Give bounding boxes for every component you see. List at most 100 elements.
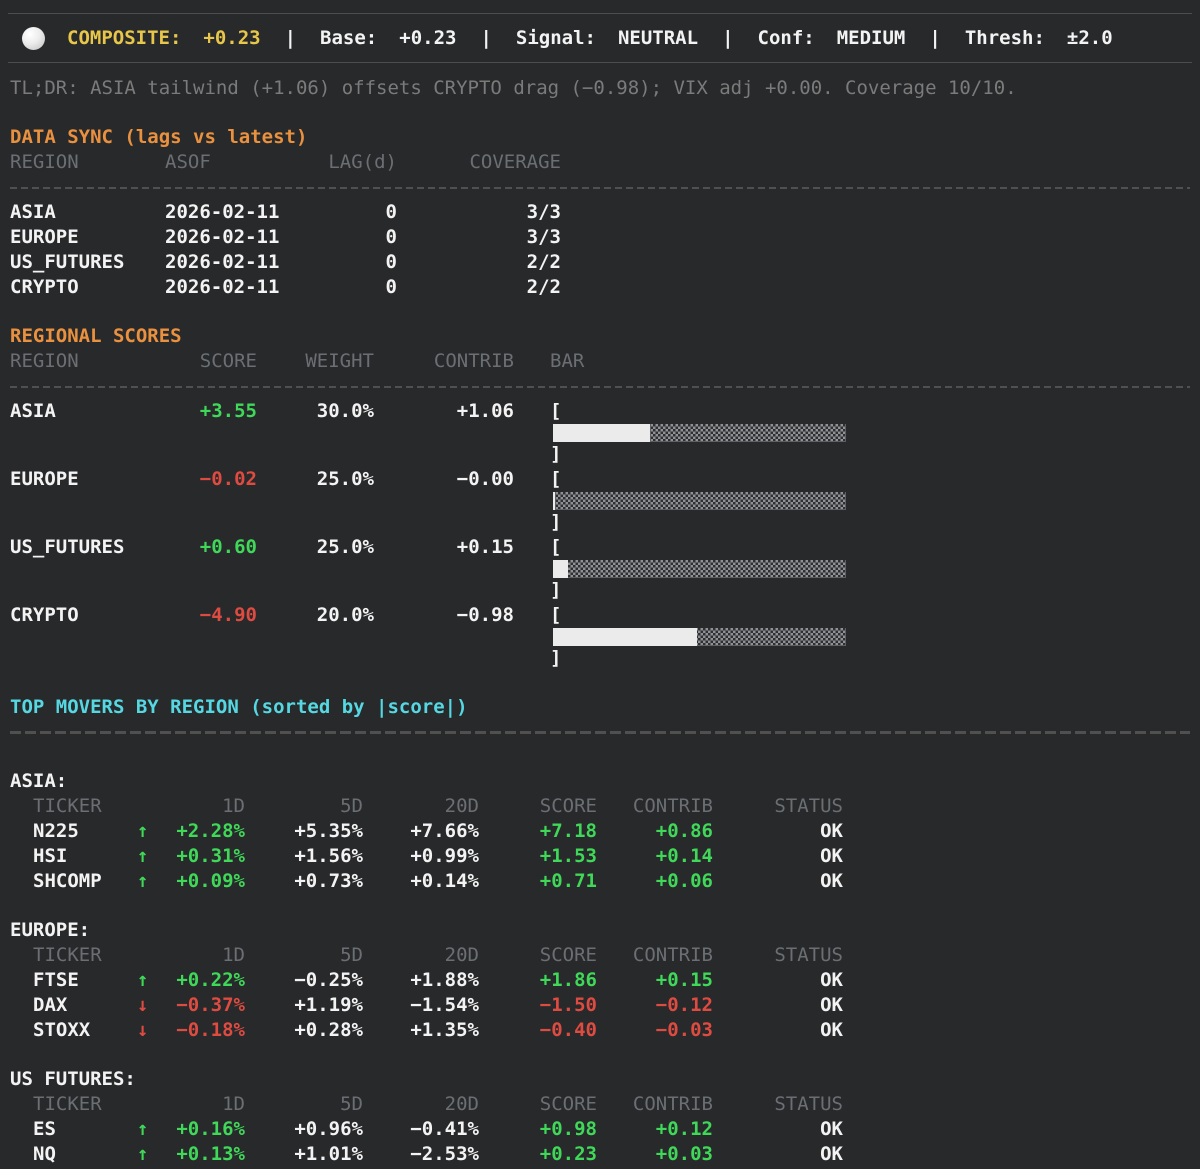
regional-scores-title: REGIONAL SCORES bbox=[10, 325, 182, 347]
mover-row: SHCOMP ↑ +0.09% +0.73% +0.14% +0.71 +0.0… bbox=[0, 869, 1200, 894]
col-contrib: CONTRIB bbox=[632, 795, 713, 817]
movers-rows: N225 ↑ +2.28% +5.35% +7.66% +7.18 +0.86 … bbox=[0, 819, 1200, 894]
signal-label: Signal: bbox=[515, 26, 596, 49]
score-cell: +0.71 bbox=[539, 870, 597, 892]
change-20d-cell: −0.41% bbox=[410, 1118, 479, 1140]
mover-row: HSI ↑ +0.31% +1.56% +0.99% +1.53 +0.14 O… bbox=[0, 844, 1200, 869]
col-5d: 5D bbox=[340, 1093, 363, 1115]
mover-row: ES ↑ +0.16% +0.96% −0.41% +0.98 +0.12 OK bbox=[0, 1117, 1200, 1142]
contrib-cell: +0.12 bbox=[655, 1118, 713, 1140]
bar-fill bbox=[553, 492, 556, 510]
bar-close-bracket: ] bbox=[550, 647, 562, 669]
contrib-cell: +0.15 bbox=[456, 536, 514, 558]
score-cell: −1.50 bbox=[539, 994, 597, 1016]
direction-arrow-icon: ↑ bbox=[137, 1143, 149, 1165]
region-cell: EUROPE bbox=[10, 468, 79, 490]
status-cell: OK bbox=[820, 845, 843, 867]
signal-value: NEUTRAL bbox=[617, 26, 699, 49]
regional-scores-rows: ASIA +3.55 30.0% +1.06 [ ] EUROPE −0.02 … bbox=[0, 399, 1200, 671]
status-indicator-icon bbox=[22, 26, 45, 50]
score-cell: −0.40 bbox=[539, 1019, 597, 1041]
change-1d-cell: +0.16% bbox=[176, 1118, 245, 1140]
bar-track bbox=[553, 492, 846, 510]
change-1d-cell: +0.31% bbox=[176, 845, 245, 867]
direction-arrow-icon: ↓ bbox=[137, 1019, 149, 1041]
ticker-cell: DAX bbox=[33, 994, 68, 1016]
bar-open-bracket: [ bbox=[550, 400, 562, 422]
change-1d-cell: +2.28% bbox=[176, 820, 245, 842]
weight-cell: 20.0% bbox=[316, 604, 374, 626]
bar-close-bracket: ] bbox=[550, 579, 562, 601]
separator: | bbox=[284, 26, 297, 49]
tldr-summary: TL;DR: ASIA tailwind (+1.06) offsets CRY… bbox=[10, 77, 1017, 99]
col-5d: 5D bbox=[340, 795, 363, 817]
regional-score-row: ASIA +3.55 30.0% +1.06 [ ] bbox=[0, 399, 1200, 467]
contrib-cell: +1.06 bbox=[456, 400, 514, 422]
change-1d-cell: +0.09% bbox=[176, 870, 245, 892]
change-20d-cell: +1.35% bbox=[410, 1019, 479, 1041]
col-coverage: COVERAGE bbox=[469, 151, 561, 173]
direction-arrow-icon: ↑ bbox=[137, 969, 149, 991]
contrib-cell: −0.03 bbox=[655, 1019, 713, 1041]
col-1d: 1D bbox=[222, 1093, 245, 1115]
contrib-cell: +0.15 bbox=[655, 969, 713, 991]
status-cell: OK bbox=[820, 994, 843, 1016]
contrib-cell: +0.06 bbox=[655, 870, 713, 892]
change-20d-cell: −1.54% bbox=[410, 994, 479, 1016]
direction-arrow-icon: ↑ bbox=[137, 870, 149, 892]
change-5d-cell: +1.01% bbox=[294, 1143, 363, 1165]
col-1d: 1D bbox=[222, 944, 245, 966]
contrib-cell: −0.98 bbox=[456, 604, 514, 626]
contrib-cell: +0.86 bbox=[655, 820, 713, 842]
region-cell: CRYPTO bbox=[10, 604, 79, 626]
coverage-cell: 3/3 bbox=[526, 226, 561, 248]
ticker-cell: FTSE bbox=[33, 969, 79, 991]
col-score: SCORE bbox=[199, 350, 257, 372]
status-cell: OK bbox=[820, 969, 843, 991]
col-status: STATUS bbox=[774, 944, 843, 966]
col-ticker: TICKER bbox=[33, 1093, 102, 1115]
score-cell: +7.18 bbox=[539, 820, 597, 842]
coverage-cell: 3/3 bbox=[526, 201, 561, 223]
bar-fill bbox=[553, 560, 568, 578]
contrib-cell: +0.14 bbox=[655, 845, 713, 867]
col-region: REGION bbox=[10, 350, 79, 372]
bar-open-bracket: [ bbox=[550, 468, 562, 490]
score-cell: +0.23 bbox=[539, 1143, 597, 1165]
col-asof: ASOF bbox=[165, 151, 211, 173]
separator: | bbox=[722, 26, 734, 49]
score-cell: +0.60 bbox=[199, 536, 257, 558]
base-label: Base: bbox=[320, 26, 378, 49]
weight-cell: 25.0% bbox=[316, 536, 374, 558]
bar-track bbox=[553, 628, 846, 646]
col-lag: LAG(d) bbox=[328, 151, 397, 173]
asof-cell: 2026-02-11 bbox=[165, 201, 280, 223]
col-20d: 20D bbox=[444, 944, 479, 966]
data-sync-row: EUROPE 2026-02-11 0 3/3 bbox=[0, 225, 1200, 250]
change-1d-cell: −0.18% bbox=[176, 1019, 245, 1041]
score-bar: [ ] bbox=[550, 399, 1200, 467]
movers-rows: ES ↑ +0.16% +0.96% −0.41% +0.98 +0.12 OK… bbox=[0, 1117, 1200, 1167]
change-5d-cell: +1.56% bbox=[294, 845, 363, 867]
dashed-divider bbox=[10, 720, 1190, 745]
score-cell: +1.86 bbox=[539, 969, 597, 991]
score-cell: +1.53 bbox=[539, 845, 597, 867]
regional-scores-section: REGIONAL SCORES REGION SCORE WEIGHT CONT… bbox=[0, 324, 1200, 671]
thresh-label: Thresh: bbox=[964, 26, 1045, 49]
region-cell: US_FUTURES bbox=[10, 251, 125, 273]
col-20d: 20D bbox=[444, 1093, 479, 1115]
data-sync-row: CRYPTO 2026-02-11 0 2/2 bbox=[0, 275, 1200, 300]
thresh-value: ±2.0 bbox=[1066, 26, 1113, 49]
score-bar: [ ] bbox=[550, 467, 1200, 535]
bar-fill bbox=[553, 424, 650, 442]
col-ticker: TICKER bbox=[33, 795, 102, 817]
change-20d-cell: +7.66% bbox=[410, 820, 479, 842]
region-cell: CRYPTO bbox=[10, 276, 79, 298]
weight-cell: 25.0% bbox=[316, 468, 374, 490]
regional-score-row: CRYPTO −4.90 20.0% −0.98 [ ] bbox=[0, 603, 1200, 671]
status-cell: OK bbox=[820, 1019, 843, 1041]
region-block-label: US FUTURES: bbox=[10, 1068, 136, 1090]
change-20d-cell: +0.14% bbox=[410, 870, 479, 892]
data-sync-rows: ASIA 2026-02-11 0 3/3 EUROPE 2026-02-11 … bbox=[0, 200, 1200, 300]
change-5d-cell: −0.25% bbox=[294, 969, 363, 991]
